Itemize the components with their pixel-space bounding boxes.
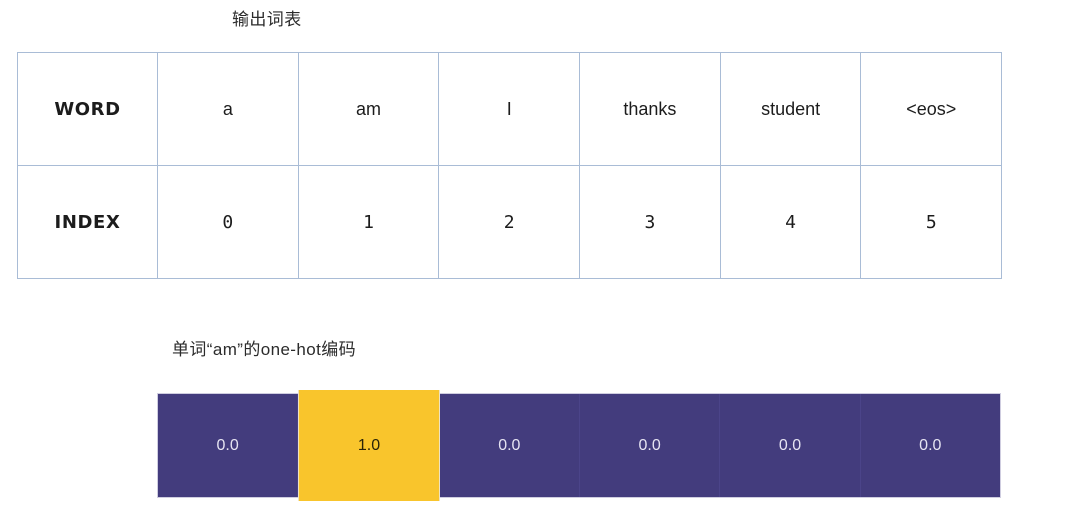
index-cell-3: 3	[579, 165, 721, 279]
word-cell-3: thanks	[579, 52, 721, 166]
word-cell-4: student	[719, 52, 862, 166]
word-cell-1: am	[297, 52, 440, 166]
vocabulary-table: WORD a am I thanks student <eos> INDEX 0…	[17, 52, 1003, 279]
index-cell-2: 2	[438, 165, 581, 279]
word-cell-2: I	[438, 52, 581, 166]
table-row-index: INDEX 0 1 2 3 4 5	[17, 165, 1003, 279]
onehot-cell-5: 0.0	[860, 394, 1000, 497]
onehot-cell-3: 0.0	[579, 394, 721, 497]
word-cell-0: a	[157, 52, 299, 166]
onehot-cell-1-highlighted: 1.0	[298, 390, 440, 501]
onehot-cell-0: 0.0	[158, 394, 299, 497]
onehot-vector-title: 单词“am”的one-hot编码	[172, 340, 356, 359]
vocab-table-title: 输出词表	[232, 10, 302, 29]
index-cell-1: 1	[297, 165, 440, 279]
index-cell-5: 5	[860, 165, 1003, 279]
row-header-word: WORD	[17, 52, 158, 166]
onehot-cell-4: 0.0	[720, 394, 861, 497]
onehot-cell-2: 0.0	[439, 394, 580, 497]
row-header-index: INDEX	[17, 165, 158, 279]
index-cell-0: 0	[157, 165, 299, 279]
table-row-word: WORD a am I thanks student <eos>	[17, 52, 1003, 166]
onehot-vector-strip: 0.0 1.0 0.0 0.0 0.0 0.0	[157, 390, 1001, 501]
word-cell-5: <eos>	[860, 52, 1003, 166]
index-cell-4: 4	[719, 165, 862, 279]
